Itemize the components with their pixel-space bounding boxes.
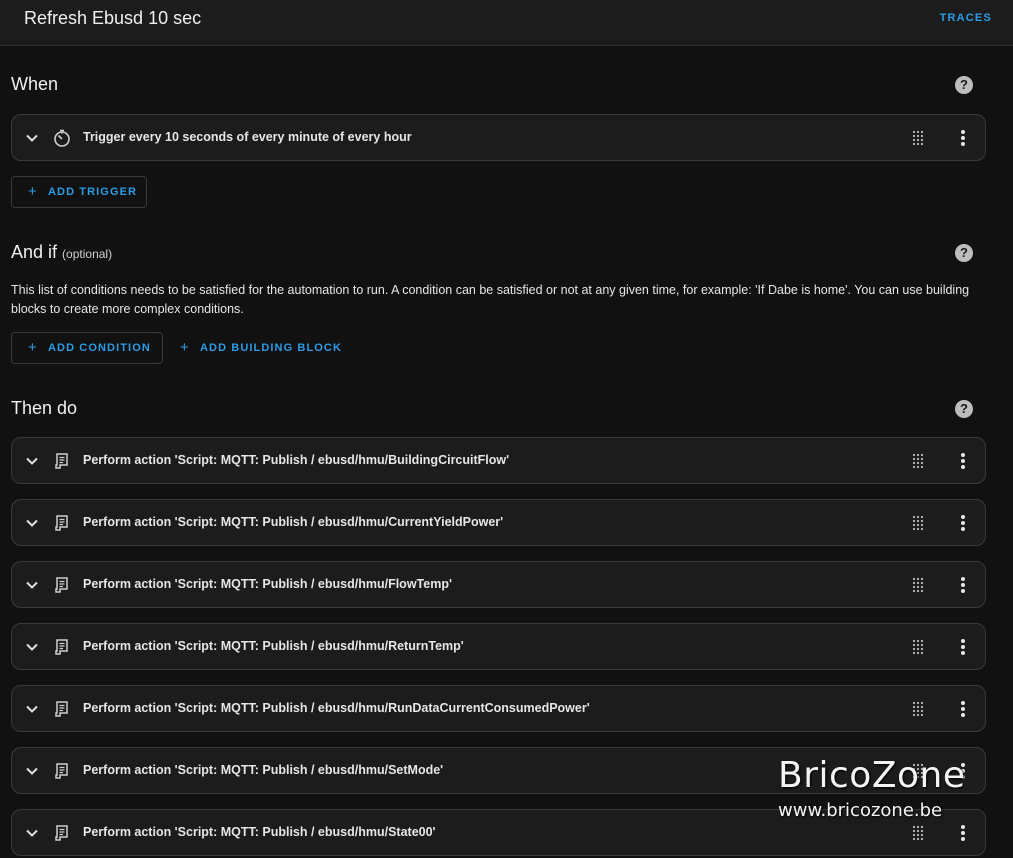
chevron-down-icon[interactable] xyxy=(25,764,39,778)
add-trigger-button[interactable]: + ADD TRIGGER xyxy=(11,176,147,208)
action-row[interactable]: Perform action 'Script: MQTT: Publish / … xyxy=(11,685,986,732)
when-heading: When xyxy=(11,74,59,94)
chevron-down-icon[interactable] xyxy=(25,578,39,592)
action-label: Perform action 'Script: MQTT: Publish / … xyxy=(83,453,510,467)
when-help-icon[interactable]: ? xyxy=(955,76,973,94)
drag-handle-icon[interactable] xyxy=(912,453,924,469)
add-building-block-label: ADD BUILDING BLOCK xyxy=(200,342,343,354)
script-icon xyxy=(55,763,68,779)
script-icon xyxy=(55,577,68,593)
drag-handle-icon[interactable] xyxy=(912,701,924,717)
drag-handle-icon[interactable] xyxy=(912,825,924,841)
plus-icon: + xyxy=(28,183,38,200)
drag-handle-icon[interactable] xyxy=(912,515,924,531)
watermark-url: www.bricozone.be xyxy=(778,800,943,821)
action-row[interactable]: Perform action 'Script: MQTT: Publish / … xyxy=(11,561,986,608)
add-condition-button[interactable]: + ADD CONDITION xyxy=(11,332,163,364)
drag-handle-icon[interactable] xyxy=(912,577,924,593)
script-icon xyxy=(55,515,68,531)
plus-icon: + xyxy=(28,339,38,356)
more-vert-icon[interactable] xyxy=(958,638,968,656)
script-icon xyxy=(55,825,68,841)
drag-handle-icon[interactable] xyxy=(912,130,924,146)
action-label: Perform action 'Script: MQTT: Publish / … xyxy=(83,763,444,777)
action-row[interactable]: Perform action 'Script: MQTT: Publish / … xyxy=(11,623,986,670)
chevron-down-icon[interactable] xyxy=(25,516,39,530)
action-label: Perform action 'Script: MQTT: Publish / … xyxy=(83,639,464,653)
action-label: Perform action 'Script: MQTT: Publish / … xyxy=(83,515,504,529)
conditions-description: This list of conditions needs to be sati… xyxy=(11,283,970,316)
chevron-down-icon[interactable] xyxy=(25,640,39,654)
watermark: BricoZone www.bricozone.be xyxy=(778,755,966,822)
action-label: Perform action 'Script: MQTT: Publish / … xyxy=(83,577,452,591)
then-do-help-icon[interactable]: ? xyxy=(955,400,973,418)
script-icon xyxy=(55,701,68,717)
timer-icon xyxy=(54,129,70,147)
watermark-brand: BricoZone xyxy=(778,755,966,796)
and-if-help-icon[interactable]: ? xyxy=(955,244,973,262)
plus-icon: + xyxy=(180,339,190,356)
page-title: Refresh Ebusd 10 sec xyxy=(24,8,202,28)
more-vert-icon[interactable] xyxy=(958,452,968,470)
script-icon xyxy=(55,639,68,655)
trigger-row[interactable]: Trigger every 10 seconds of every minute… xyxy=(11,114,986,161)
more-vert-icon[interactable] xyxy=(958,129,968,147)
chevron-down-icon[interactable] xyxy=(25,702,39,716)
add-condition-label: ADD CONDITION xyxy=(48,342,151,354)
add-trigger-label: ADD TRIGGER xyxy=(48,186,138,198)
action-row[interactable]: Perform action 'Script: MQTT: Publish / … xyxy=(11,437,986,484)
action-label: Perform action 'Script: MQTT: Publish / … xyxy=(83,825,436,839)
and-if-title: And if xyxy=(11,242,58,262)
then-do-heading: Then do xyxy=(11,398,78,418)
trigger-label: Trigger every 10 seconds of every minute… xyxy=(83,130,412,144)
chevron-down-icon[interactable] xyxy=(25,454,39,468)
more-vert-icon[interactable] xyxy=(958,824,968,842)
more-vert-icon[interactable] xyxy=(958,576,968,594)
add-building-block-button[interactable]: + ADD BUILDING BLOCK xyxy=(163,332,349,364)
top-app-bar: Refresh Ebusd 10 sec TRACES xyxy=(0,0,1013,46)
more-vert-icon[interactable] xyxy=(958,514,968,532)
action-label: Perform action 'Script: MQTT: Publish / … xyxy=(83,701,590,715)
more-vert-icon[interactable] xyxy=(958,700,968,718)
and-if-heading: And if (optional) xyxy=(11,242,112,263)
chevron-down-icon[interactable] xyxy=(25,131,39,145)
chevron-down-icon[interactable] xyxy=(25,826,39,840)
script-icon xyxy=(55,453,68,469)
drag-handle-icon[interactable] xyxy=(912,639,924,655)
traces-button[interactable]: TRACES xyxy=(940,12,992,24)
action-row[interactable]: Perform action 'Script: MQTT: Publish / … xyxy=(11,499,986,546)
optional-label: (optional) xyxy=(62,247,113,261)
